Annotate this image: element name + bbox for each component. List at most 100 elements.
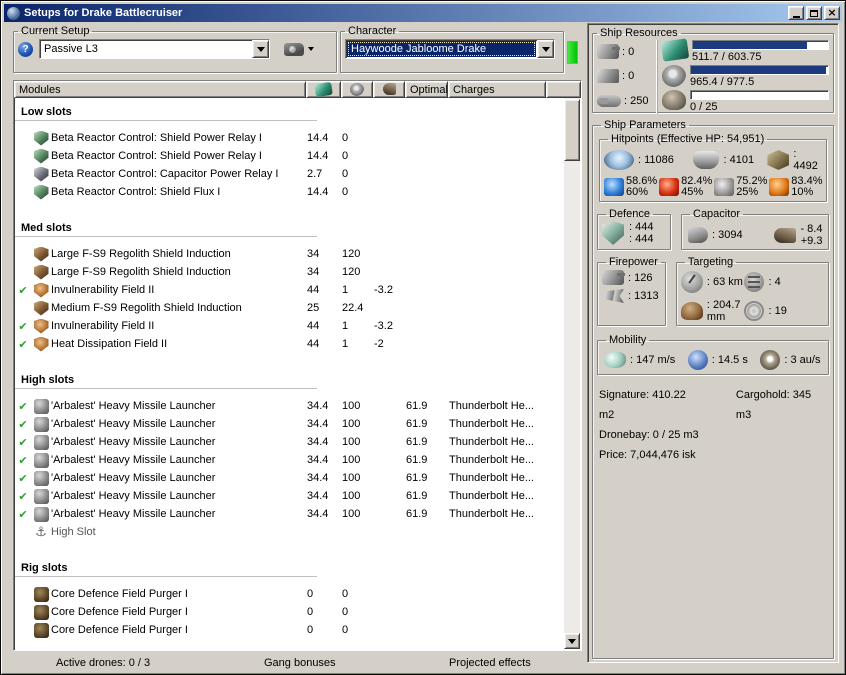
hardener-icon (33, 336, 49, 352)
module-name: Heat Dissipation Field II (51, 338, 168, 350)
module-row[interactable]: ✔ Invulnerability Field II 44 1 -3.2 (15, 317, 564, 335)
capacitor-delta-icon (774, 227, 797, 243)
app-icon (7, 6, 20, 20)
module-cpu-value: 34 (307, 266, 320, 278)
column-header-cpu[interactable] (306, 81, 341, 98)
module-powergrid-value: 0 (342, 588, 349, 600)
column-header-optimal[interactable]: Optimal (405, 81, 448, 98)
module-charge-value[interactable]: Thunderbolt He... (449, 508, 564, 520)
module-name: 'Arbalest' Heavy Missile Launcher (51, 472, 216, 484)
mobility-group: Mobility : 147 m/s : 14.5 s : 3 au/s (597, 334, 830, 375)
defence-value-1: : 444 (629, 221, 654, 233)
capacitor-icon (688, 227, 708, 243)
module-powergrid-value: 120 (342, 248, 361, 260)
minimize-button[interactable] (788, 6, 804, 20)
module-charge-value[interactable]: Thunderbolt He... (449, 472, 564, 484)
character-dropdown-button[interactable] (537, 40, 554, 58)
window-title: Setups for Drake Battlecruiser (24, 7, 183, 19)
module-charge-value[interactable]: Thunderbolt He... (449, 418, 564, 430)
vertical-scrollbar[interactable] (564, 82, 580, 649)
thermal-resist-icon (659, 178, 680, 196)
module-charge-value[interactable]: Thunderbolt He... (449, 454, 564, 466)
gang-bonuses-section[interactable]: Gang bonuses (264, 657, 336, 669)
character-select[interactable]: Haywoode Jabloome Drake (345, 39, 555, 59)
module-powergrid-value: 100 (342, 418, 361, 430)
cargohold-value: Cargohold: 345 m3 (735, 389, 812, 421)
close-button[interactable]: × (824, 6, 840, 20)
chevron-down-icon (256, 46, 265, 52)
module-name: Beta Reactor Control: Shield Power Relay… (51, 150, 262, 162)
module-powergrid-value: 0 (342, 606, 349, 618)
setup-dropdown-button[interactable] (252, 40, 269, 58)
module-name: Invulnerability Field II (51, 320, 155, 332)
dronebay-icon (662, 90, 686, 110)
scroll-down-button[interactable] (564, 633, 580, 649)
module-row[interactable]: Core Defence Field Purger I 0 0 (15, 621, 564, 639)
firepower-label: Firepower (609, 256, 658, 268)
module-row[interactable]: ✔ Heat Dissipation Field II 44 1 -2 (15, 335, 564, 353)
maximize-button[interactable] (806, 6, 822, 20)
module-row[interactable]: ✔ 'Arbalest' Heavy Missile Launcher 34.4 10… (15, 433, 564, 451)
projected-effects-section[interactable]: Projected effects (449, 657, 531, 669)
module-row[interactable]: ✔ 'Arbalest' Heavy Missile Launcher 34.4 10… (15, 469, 564, 487)
powergrid-icon (350, 83, 364, 96)
sensor-strength-value: : 19 (768, 305, 787, 317)
module-name: 'Arbalest' Heavy Missile Launcher (51, 418, 216, 430)
capacitor-group: Capacitor : 3094 - 8.4 +9.3 (681, 208, 830, 250)
missile-launcher-icon (33, 398, 49, 414)
module-row[interactable]: ✔ 'Arbalest' Heavy Missile Launcher 34.4 10… (15, 415, 564, 433)
module-row[interactable]: Beta Reactor Control: Shield Power Relay… (15, 147, 564, 165)
structure-hp-value: : 4492 (793, 148, 818, 172)
module-charge-value[interactable]: Thunderbolt He... (449, 490, 564, 502)
module-optimal-value: 61.9 (406, 400, 428, 412)
em-armor-resist: 60% (626, 186, 649, 198)
shield-extender-icon (33, 264, 49, 280)
module-row[interactable]: Large F-S9 Regolith Shield Induction 34 12… (15, 245, 564, 263)
modules-header-row: Modules Optimal Charges (14, 81, 581, 98)
module-powergrid-value: 120 (342, 266, 361, 278)
setup-select[interactable]: Passive L3 (39, 39, 270, 59)
module-row[interactable]: Medium F-S9 Regolith Shield Induction 25 2… (15, 299, 564, 317)
align-time-value: : 14.5 s (711, 354, 748, 366)
module-row[interactable]: ✔ 'Arbalest' Heavy Missile Launcher 34.4 10… (15, 487, 564, 505)
scrollbar-thumb[interactable] (564, 99, 580, 161)
module-row[interactable]: High Slot (15, 523, 564, 541)
explosive-resist-icon (769, 178, 790, 196)
module-name: 'Arbalest' Heavy Missile Launcher (51, 454, 216, 466)
module-row[interactable]: Core Defence Field Purger I 0 0 (15, 585, 564, 603)
module-row[interactable]: Large F-S9 Regolith Shield Induction 34 12… (15, 263, 564, 281)
active-check-icon: ✔ (18, 337, 28, 351)
firepower-group: Firepower : 126 : 1313 (597, 256, 666, 326)
module-charge-value[interactable]: Thunderbolt He... (449, 436, 564, 448)
shield-hp-value: : 11086 (638, 154, 674, 166)
module-row[interactable]: ✔ 'Arbalest' Heavy Missile Launcher 34.4 10… (15, 451, 564, 469)
ship-render-button[interactable] (284, 42, 314, 56)
title-bar[interactable]: Setups for Drake Battlecruiser × (4, 4, 842, 22)
slot-section-title: Med slots (15, 219, 317, 237)
defence-group: Defence : 444 : 444 (597, 208, 671, 250)
module-row[interactable]: ✔ 'Arbalest' Heavy Missile Launcher 34.4 10… (15, 505, 564, 523)
module-row[interactable]: Beta Reactor Control: Capacitor Power Re… (15, 165, 564, 183)
shield-hp-icon (604, 150, 634, 170)
module-row[interactable]: Beta Reactor Control: Shield Power Relay… (15, 129, 564, 147)
column-header-modules[interactable]: Modules (14, 81, 306, 98)
module-optimal-value: 61.9 (406, 454, 428, 466)
module-optimal-value: 61.9 (406, 418, 428, 430)
module-charge-value[interactable]: Thunderbolt He... (449, 400, 564, 412)
module-cpu-value: 34.4 (307, 490, 329, 502)
module-row[interactable]: Beta Reactor Control: Shield Flux I 14.4 0 (15, 183, 564, 201)
column-header-charges[interactable]: Charges (448, 81, 546, 98)
module-powergrid-value: 100 (342, 490, 361, 502)
column-header-powergrid[interactable] (341, 81, 373, 98)
capacitor-recharge-value: +9.3 (800, 235, 823, 247)
module-cpu-value: 34.4 (307, 472, 329, 484)
module-row[interactable]: ✔ 'Arbalest' Heavy Missile Launcher 34.4 10… (15, 397, 564, 415)
active-check-icon: ✔ (18, 507, 28, 521)
help-button[interactable]: ? (18, 41, 33, 57)
module-row[interactable]: ✔ Invulnerability Field II 44 1 -3.2 (15, 281, 564, 299)
module-cpu-value: 0 (307, 606, 314, 618)
module-row[interactable]: Core Defence Field Purger I 0 0 (15, 603, 564, 621)
module-powergrid-value: 1 (342, 284, 349, 296)
column-header-ammo[interactable] (373, 81, 405, 98)
sensor-strength-icon (744, 301, 765, 321)
